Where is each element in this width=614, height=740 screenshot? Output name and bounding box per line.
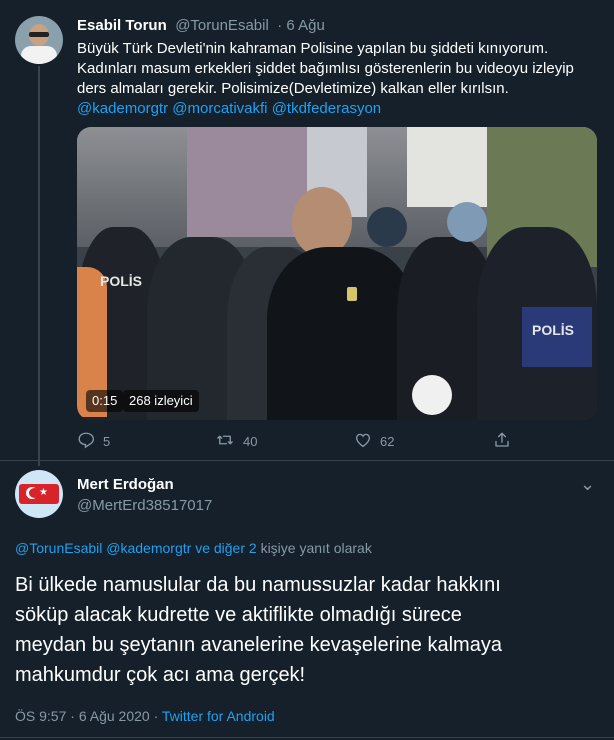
retweet-count: 40 bbox=[243, 434, 258, 449]
tweet-body: Büyük Türk Devleti'nin kahraman Polisine… bbox=[77, 39, 607, 119]
tweet-text-line: meydan bu şeytanın avanelerine kevaşeler… bbox=[15, 634, 502, 656]
mention-link[interactable]: @kademorgtr bbox=[106, 540, 191, 556]
thread-connector bbox=[38, 66, 40, 466]
others-link[interactable]: ve diğer 2 bbox=[195, 540, 256, 556]
tweet-text-line: mahkumdur çok acı ama gerçek! bbox=[15, 664, 306, 686]
divider bbox=[0, 737, 614, 738]
police-label: POLİS bbox=[100, 273, 143, 289]
share-icon bbox=[493, 431, 519, 452]
author-name[interactable]: Esabil Torun bbox=[77, 17, 167, 34]
reply-button[interactable]: 5 bbox=[77, 431, 110, 452]
mention-link[interactable]: @kademorgtr bbox=[77, 100, 168, 117]
tweet-header: Esabil Torun @TorunEsabil · 6 Ağu bbox=[77, 17, 325, 35]
mention-link[interactable]: @TorunEsabil bbox=[15, 540, 102, 556]
avatar[interactable] bbox=[15, 16, 63, 64]
author-name[interactable]: Mert Erdoğan bbox=[77, 476, 174, 493]
tweet-mentions: @kademorgtr @morcativakfi @tkdfederasyon bbox=[77, 99, 607, 119]
avatar[interactable]: ★ bbox=[15, 470, 63, 518]
video-views: 268 izleyici bbox=[123, 390, 199, 412]
tweet-time[interactable]: · 6 Ağu bbox=[277, 17, 325, 34]
retweet-icon bbox=[215, 431, 243, 452]
tweet-text-line: Büyük Türk Devleti'nin kahraman Polisine… bbox=[77, 40, 549, 57]
video-player[interactable]: POLİS POLİS bbox=[77, 127, 597, 420]
heart-icon bbox=[354, 431, 380, 452]
tweet-body: Bi ülkede namuslular da bu namussuzlar k… bbox=[15, 570, 595, 690]
police-label: POLİS bbox=[532, 322, 575, 338]
divider bbox=[0, 460, 614, 461]
tweet-meta: ÖS 9:57 · 6 Ağu 2020 · Twitter for Andro… bbox=[15, 708, 275, 724]
reply-context: @TorunEsabil @kademorgtr ve diğer 2 kişi… bbox=[15, 540, 372, 556]
reply-count: 5 bbox=[103, 434, 111, 449]
like-button[interactable]: 62 bbox=[354, 431, 394, 452]
tweet-source[interactable]: Twitter for Android bbox=[162, 708, 275, 724]
tweet-time[interactable]: ÖS 9:57 bbox=[15, 708, 66, 724]
mention-link[interactable]: @tkdfederasyon bbox=[272, 100, 381, 117]
tweet-date[interactable]: 6 Ağu 2020 bbox=[79, 708, 150, 724]
tweet-text-line: Bi ülkede namuslular da bu namussuzlar k… bbox=[15, 574, 501, 596]
retweet-button[interactable]: 40 bbox=[215, 431, 257, 452]
reply-context-suffix: kişiye yanıt olarak bbox=[260, 540, 372, 556]
like-count: 62 bbox=[380, 434, 395, 449]
tweet-text-line: ders almaları gerekir. Polisimize(Devlet… bbox=[77, 80, 509, 97]
share-button[interactable] bbox=[493, 431, 519, 452]
reply-icon bbox=[77, 431, 103, 452]
more-menu-icon[interactable]: ⌄ bbox=[580, 474, 596, 495]
author-handle[interactable]: @TorunEsabil bbox=[175, 17, 269, 34]
author-handle[interactable]: @MertErd38517017 bbox=[77, 497, 212, 514]
video-duration: 0:15 bbox=[86, 390, 124, 412]
tweet-text-line: Kadınları masum erkekleri şiddet bağımlı… bbox=[77, 60, 574, 77]
tweet-text-line: söküp alacak kudrette ve aktiflikte olma… bbox=[15, 604, 462, 626]
mention-link[interactable]: @morcativakfi bbox=[172, 100, 267, 117]
